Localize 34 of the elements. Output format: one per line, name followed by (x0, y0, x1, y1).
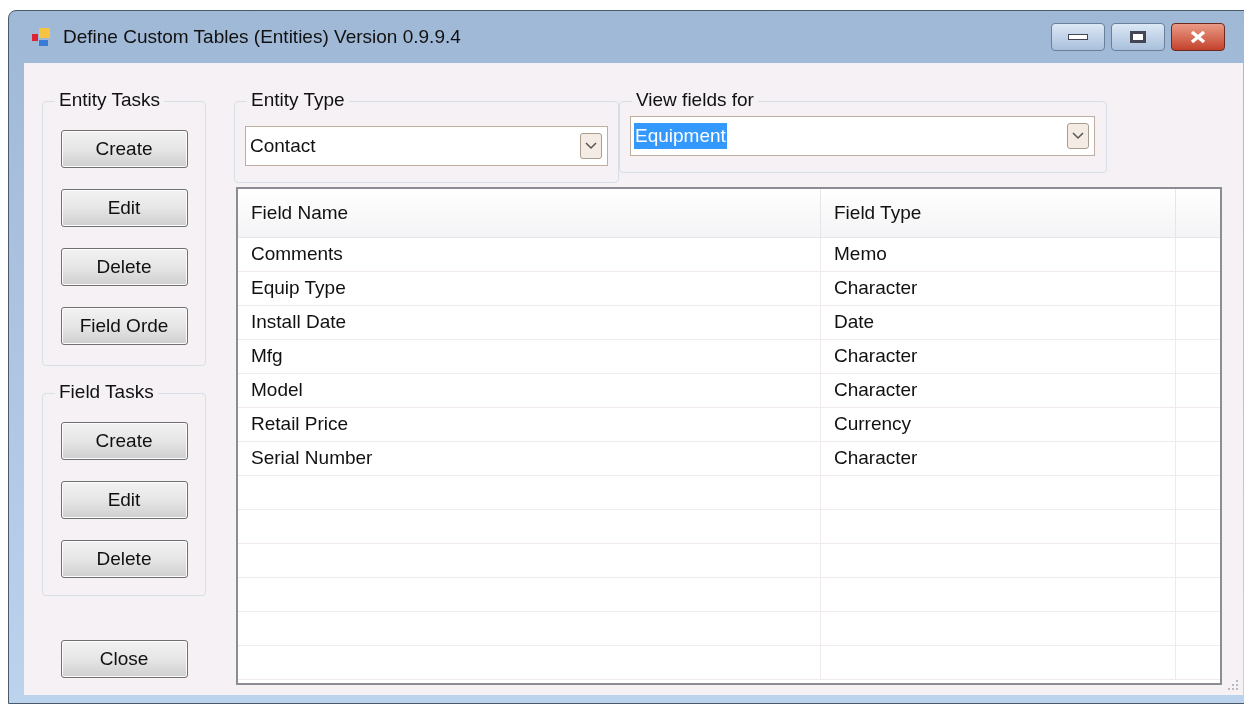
combo-value: Contact (249, 134, 317, 158)
table-cell: Character (821, 442, 1176, 475)
minimize-button[interactable] (1051, 23, 1105, 51)
table-cell: Date (821, 306, 1176, 339)
table-cell: Memo (821, 238, 1176, 271)
window-title: Define Custom Tables (Entities) Version 0.9.9.4 (63, 24, 461, 49)
table-cell: Character (821, 340, 1176, 373)
task-button[interactable]: Edit (60, 481, 188, 519)
task-button[interactable]: Delete (60, 540, 188, 578)
combo-value: Equipment (634, 123, 727, 149)
table-cell: Model (238, 374, 821, 407)
task-button[interactable]: Create (60, 422, 188, 460)
resize-grip-icon (1227, 679, 1239, 691)
table-cell: Equip Type (238, 272, 821, 305)
table-cell: Currency (821, 408, 1176, 441)
table-cell: Character (821, 272, 1176, 305)
task-button[interactable]: Delete (60, 248, 188, 286)
task-button[interactable]: Create (60, 130, 188, 168)
task-button[interactable]: Close (60, 640, 188, 678)
combo-box[interactable]: Contact (245, 126, 608, 166)
task-button[interactable]: Edit (60, 189, 188, 227)
column-header[interactable]: Field Type (821, 189, 1176, 237)
table-cell: Retail Price (238, 408, 821, 441)
app-icon (31, 26, 53, 48)
table-cell: Mfg (238, 340, 821, 373)
table-cell: Comments (238, 238, 821, 271)
table-cell: Install Date (238, 306, 821, 339)
column-header[interactable]: Field Name (238, 189, 821, 237)
table-cell: Character (821, 374, 1176, 407)
task-button[interactable]: Field Orde (60, 307, 188, 345)
close-window-button[interactable] (1171, 23, 1225, 51)
close-icon (1189, 30, 1207, 44)
table-cell: Serial Number (238, 442, 821, 475)
maximize-button[interactable] (1111, 23, 1165, 51)
